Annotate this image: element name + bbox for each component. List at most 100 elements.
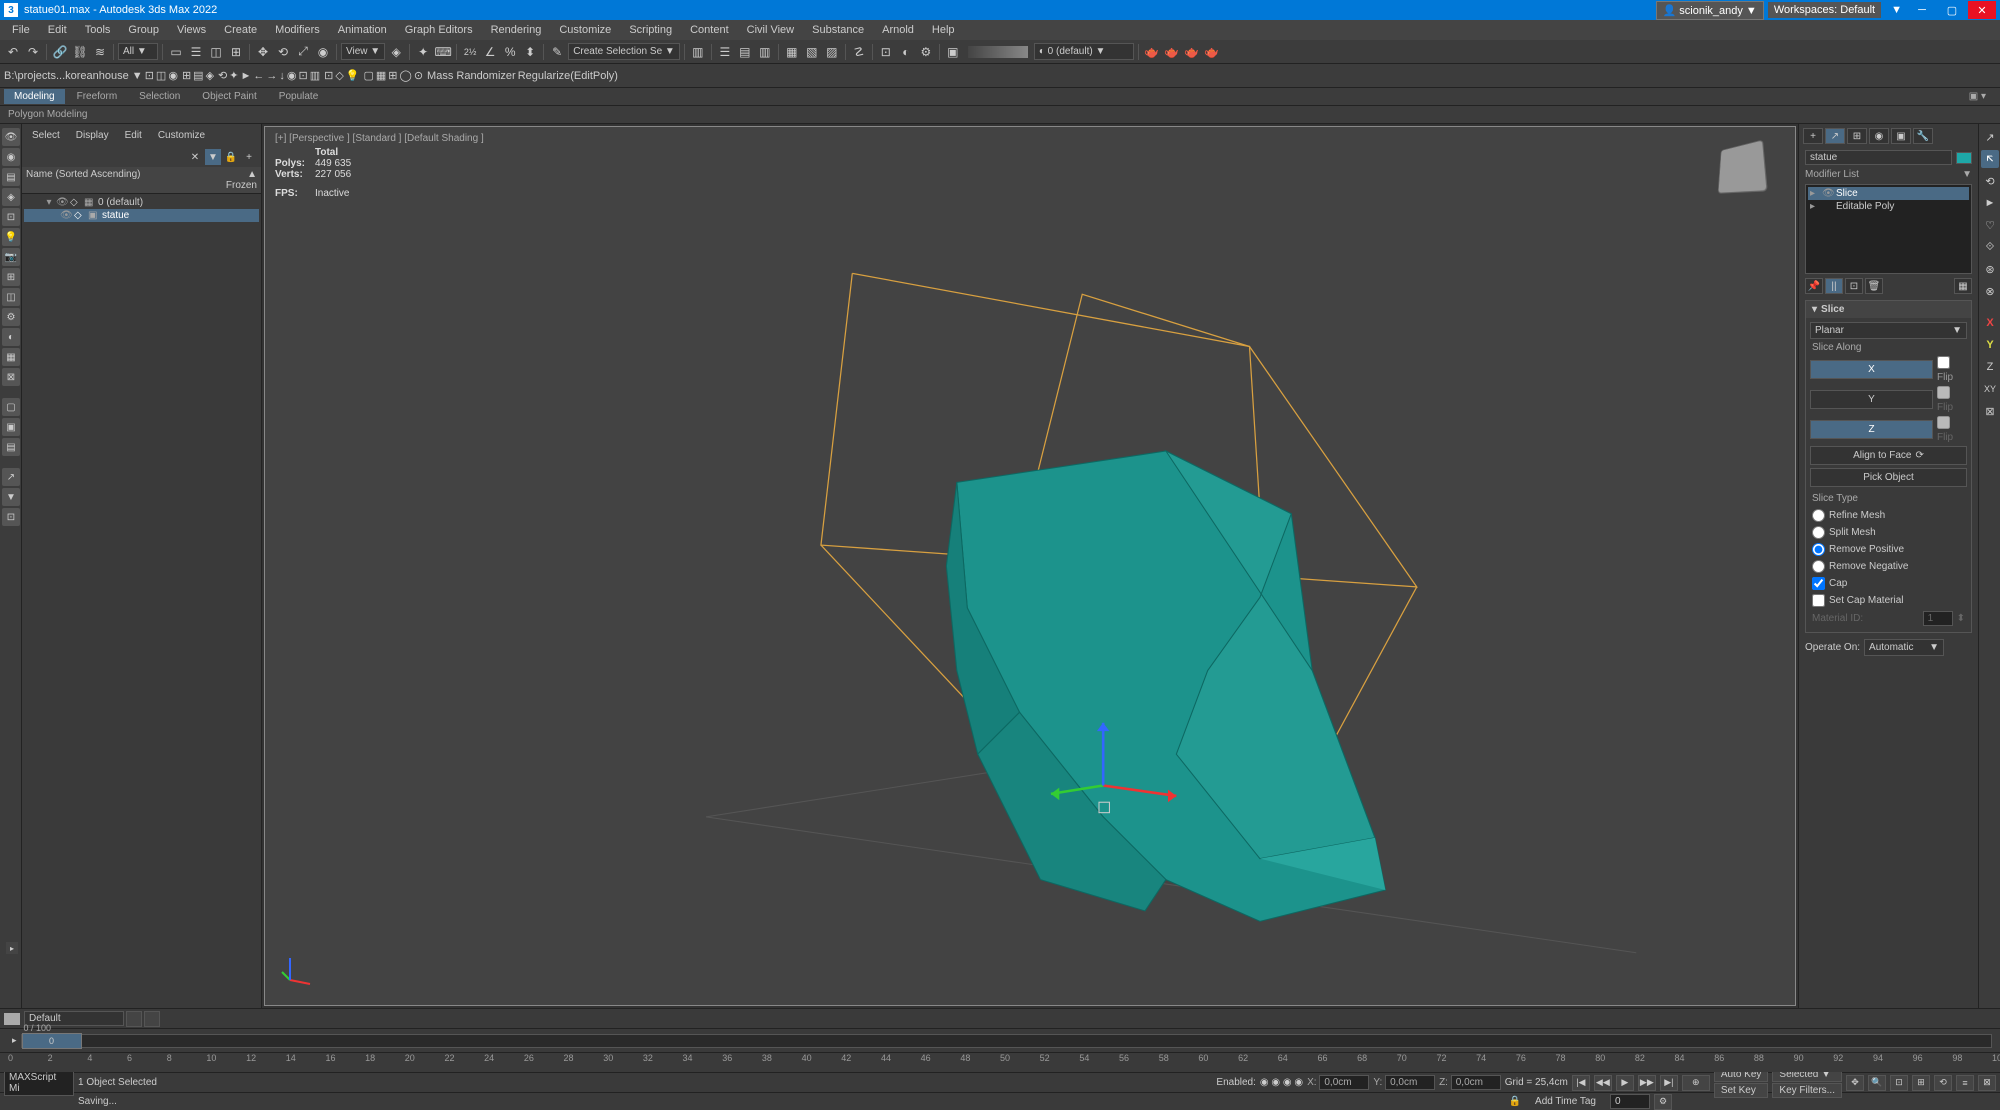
next-frame-button[interactable]: ▶▶ — [1638, 1075, 1656, 1091]
rt-btn-2[interactable]: 🡬 — [1981, 150, 1999, 168]
time-slider-track[interactable]: 0 / 100 0 — [21, 1034, 1992, 1048]
rt-btn-7[interactable]: ⊛ — [1981, 260, 1999, 278]
lt-btn-9[interactable]: ◫ — [2, 288, 20, 306]
edit-selection-button[interactable]: ✎ — [548, 43, 566, 61]
render-iterative-button[interactable]: 🫖 — [1163, 43, 1181, 61]
menu-content[interactable]: Content — [682, 22, 737, 38]
select-name-button[interactable]: ☰ — [187, 43, 205, 61]
cp-tab-modify[interactable]: ↗ — [1825, 128, 1845, 144]
slice-rollout-header[interactable]: ▾ Slice — [1806, 301, 1971, 318]
tb2-btn-16[interactable]: ⊡ — [324, 69, 333, 82]
select-scale-button[interactable]: ⤢ — [294, 43, 312, 61]
render-production-button[interactable]: 🫖 — [1143, 43, 1161, 61]
menu-help[interactable]: Help — [924, 22, 963, 38]
tb2-btn-5[interactable]: ▤ — [193, 69, 203, 82]
refine-mesh-radio[interactable]: Refine Mesh — [1810, 507, 1967, 524]
cp-tab-utilities[interactable]: 🔧 — [1913, 128, 1933, 144]
rt-btn-8[interactable]: ⊗ — [1981, 282, 1999, 300]
render-last-button[interactable]: 🫖 — [1203, 43, 1221, 61]
percent-snap-button[interactable]: % — [501, 43, 519, 61]
lt-btn-4[interactable]: ◈ — [2, 188, 20, 206]
enabled-icons[interactable]: ◉ ◉ ◉ ◉ — [1260, 1077, 1303, 1088]
lt-btn-2[interactable]: ◉ — [2, 148, 20, 166]
tb2-btn-7[interactable]: ⟲ — [218, 69, 227, 82]
configure-sets-button[interactable]: ▦ — [1954, 278, 1972, 294]
rt-btn-5[interactable]: ♡ — [1981, 216, 1999, 234]
lt-btn-12[interactable]: ▦ — [2, 348, 20, 366]
ribbon-tab-populate[interactable]: Populate — [269, 89, 328, 104]
menu-graph-editors[interactable]: Graph Editors — [397, 22, 481, 38]
select-move-button[interactable]: ✥ — [254, 43, 272, 61]
nav-orbit-button[interactable]: ⟲ — [1934, 1075, 1952, 1091]
schematic-view-button[interactable]: ⊡ — [877, 43, 895, 61]
tb2-btn-14[interactable]: ⊡ — [298, 69, 307, 82]
ref-coord-dropdown[interactable]: View ▼ — [341, 43, 385, 60]
nav-zoom-extents-button[interactable]: ⊞ — [1912, 1075, 1930, 1091]
tb2-btn-18[interactable]: 💡 — [346, 69, 360, 82]
menu-file[interactable]: File — [4, 22, 38, 38]
spinner-snap-button[interactable]: ⬍ — [521, 43, 539, 61]
align-button[interactable]: ☰ — [716, 43, 734, 61]
lt-btn-14[interactable]: ▢ — [2, 398, 20, 416]
lt-btn-8[interactable]: ⊞ — [2, 268, 20, 286]
viewport-label[interactable]: [+] [Perspective ] [Standard ] [Default … — [275, 133, 484, 144]
slice-plane-dropdown[interactable]: Planar▼ — [1810, 322, 1967, 339]
goto-start-button[interactable]: |◀ — [1572, 1075, 1590, 1091]
object-name-input[interactable] — [1805, 150, 1952, 165]
se-col-frozen[interactable]: ▲ Frozen — [217, 169, 257, 191]
menu-group[interactable]: Group — [120, 22, 167, 38]
se-clear-button[interactable]: ✕ — [187, 149, 203, 165]
key-filters-button[interactable]: Key Filters... — [1772, 1083, 1842, 1098]
se-menu-customize[interactable]: Customize — [152, 128, 211, 143]
remove-modifier-button[interactable]: 🗑 — [1865, 278, 1883, 294]
bind-button[interactable]: ≋ — [91, 43, 109, 61]
menu-arnold[interactable]: Arnold — [874, 22, 922, 38]
menu-tools[interactable]: Tools — [77, 22, 119, 38]
tb2-btn-4[interactable]: ⊞ — [182, 69, 191, 82]
se-menu-select[interactable]: Select — [26, 128, 66, 143]
curve-editor-button[interactable]: ☡ — [850, 43, 868, 61]
tb2-btn-8[interactable]: ✦ — [229, 69, 238, 82]
rendered-frame-button[interactable]: ▣ — [944, 43, 962, 61]
lt-btn-10[interactable]: ⚙ — [2, 308, 20, 326]
scene-explorer-scroll-indicator[interactable]: ▸ — [6, 942, 18, 954]
se-add-button[interactable]: + — [241, 149, 257, 165]
menu-customize[interactable]: Customize — [551, 22, 619, 38]
menu-substance[interactable]: Substance — [804, 22, 872, 38]
angle-snap-button[interactable]: ∠ — [481, 43, 499, 61]
pivot-button[interactable]: ◈ — [387, 43, 405, 61]
time-slider-thumb[interactable]: 0 — [22, 1033, 82, 1049]
axis-y-button[interactable]: Y — [1981, 336, 1999, 354]
lt-btn-16[interactable]: ▤ — [2, 438, 20, 456]
tb2-btn-17[interactable]: ◇ — [335, 69, 343, 82]
align-to-face-button[interactable]: Align to Face ⟳ — [1810, 446, 1967, 465]
time-slider-expand[interactable]: ▸ — [8, 1035, 21, 1046]
menu-edit[interactable]: Edit — [40, 22, 75, 38]
viewport[interactable]: [+] [Perspective ] [Standard ] [Default … — [264, 126, 1796, 1006]
align-right-button[interactable]: ▥ — [756, 43, 774, 61]
maximize-button[interactable]: ▢ — [1938, 1, 1966, 19]
add-time-tag-button[interactable]: Add Time Tag — [1525, 1096, 1606, 1107]
coord-z-input[interactable]: 0,0cm — [1451, 1075, 1501, 1090]
tb2-btn-23[interactable]: ⊙ — [414, 69, 423, 82]
lt-btn-18[interactable]: ▼ — [2, 488, 20, 506]
modifier-slice[interactable]: ▸👁Slice — [1808, 187, 1969, 200]
nav-pan-button[interactable]: ✥ — [1846, 1075, 1864, 1091]
set-key-button[interactable]: Set Key — [1714, 1083, 1769, 1098]
tb2-btn-22[interactable]: ◯ — [400, 69, 412, 82]
render-setup-button[interactable]: ⚙ — [917, 43, 935, 61]
tb2-btn-20[interactable]: ▦ — [376, 69, 386, 82]
select-place-button[interactable]: ◉ — [314, 43, 332, 61]
tb2-btn-10[interactable]: ← — [253, 70, 264, 82]
flip-z-checkbox[interactable]: Flip — [1937, 416, 1967, 443]
ribbon-tab-object-paint[interactable]: Object Paint — [192, 89, 266, 104]
se-filter-button[interactable]: ▼ — [205, 149, 221, 165]
tb2-btn-19[interactable]: ▢ — [363, 69, 373, 82]
material-id-spinner[interactable]: 1 — [1923, 611, 1953, 626]
tb2-btn-1[interactable]: ⊡ — [145, 69, 154, 82]
prev-frame-button[interactable]: ◀◀ — [1594, 1075, 1612, 1091]
menu-rendering[interactable]: Rendering — [483, 22, 550, 38]
show-end-result-button[interactable]: || — [1825, 278, 1843, 294]
lt-btn-6[interactable]: 💡 — [2, 228, 20, 246]
tb2-btn-12[interactable]: ↓ — [279, 70, 285, 82]
